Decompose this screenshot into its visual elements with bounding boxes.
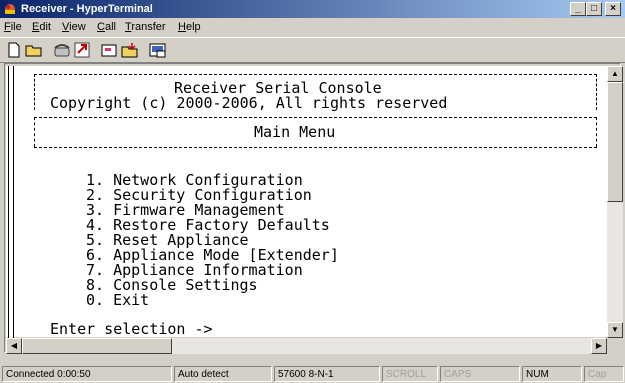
phone-icon[interactable] <box>52 41 72 59</box>
status-capture: Cap <box>584 366 624 382</box>
hyperterminal-app-icon[interactable] <box>3 2 17 16</box>
terminal-screen[interactable]: Receiver Serial Console Copyright (c) 20… <box>16 66 605 337</box>
status-num-lock: NUM <box>522 366 582 382</box>
console-border-left <box>34 74 35 110</box>
new-icon[interactable] <box>4 41 24 59</box>
open-icon[interactable] <box>24 41 44 59</box>
scroll-up-arrow-icon[interactable]: ▲ <box>607 66 623 82</box>
menu-call-label: all <box>104 21 116 33</box>
menu-help[interactable]: Help <box>178 21 201 33</box>
console-menu-border-left <box>34 117 35 147</box>
menu-bar: File Edit View Call Transfer Help <box>0 19 625 37</box>
console-border-top <box>34 74 597 75</box>
scroll-left-arrow-icon[interactable]: ◀ <box>6 338 22 354</box>
menu-transfer[interactable]: Transfer <box>125 21 166 33</box>
close-button[interactable]: × <box>605 2 621 16</box>
horizontal-scroll-thumb[interactable] <box>22 338 172 354</box>
status-port-settings: 57600 8-N-1 <box>274 366 380 382</box>
scroll-right-arrow-icon[interactable]: ▶ <box>591 338 607 354</box>
menu-call-accel: C <box>97 21 105 33</box>
size-grip[interactable] <box>607 338 623 354</box>
vertical-scrollbar[interactable]: ▲ ▼ <box>607 66 623 338</box>
status-caps-lock: CAPS <box>440 366 520 382</box>
receive-icon[interactable] <box>120 41 140 59</box>
menu-call[interactable]: Call <box>97 21 116 33</box>
console-border-bottom <box>34 147 597 148</box>
menu-transfer-label: ransfer <box>131 21 166 33</box>
selection-prompt: Enter selection -> <box>50 320 213 338</box>
console-copyright: Copyright (c) 2000-2006, All rights rese… <box>50 94 448 112</box>
status-bar: Connected 0:00:50 Auto detect 57600 8-N-… <box>0 364 625 383</box>
hyperterminal-window: Receiver - HyperTerminal _ □ × File Edit… <box>0 0 625 383</box>
menu-help-accel: H <box>178 21 186 33</box>
menu-help-label: elp <box>185 21 201 33</box>
maximize-button[interactable]: □ <box>586 2 602 16</box>
toolbar <box>0 37 625 63</box>
console-menu-border-right <box>596 117 597 147</box>
main-menu-title: Main Menu <box>254 123 336 141</box>
console-border-right <box>596 74 597 110</box>
vertical-scroll-thumb[interactable] <box>607 82 623 202</box>
terminal-left-margin <box>8 66 14 338</box>
status-terminal-detect: Auto detect <box>174 366 272 382</box>
menu-view[interactable]: View <box>62 21 86 33</box>
console-border-middle <box>34 117 597 118</box>
disconnect-icon[interactable] <box>72 41 92 59</box>
menu-file-label: ile <box>10 21 22 33</box>
window-title: Receiver - HyperTerminal <box>21 3 153 15</box>
menu-file-accel: F <box>4 21 11 33</box>
horizontal-scrollbar[interactable]: ◀ ▶ <box>6 338 607 354</box>
properties-icon[interactable] <box>148 41 168 59</box>
menu-edit-label: dit <box>39 21 51 33</box>
menu-view-label: iew <box>69 21 86 33</box>
menu-file[interactable]: File <box>4 21 22 33</box>
status-scroll-lock: SCROLL <box>382 366 438 382</box>
title-bar[interactable]: Receiver - HyperTerminal _ □ × <box>0 0 625 18</box>
status-connected-time: Connected 0:00:50 <box>2 366 172 382</box>
send-icon[interactable] <box>100 41 120 59</box>
menu-edit[interactable]: Edit <box>32 21 51 33</box>
minimize-button[interactable]: _ <box>570 2 586 16</box>
menu-option-exit: 0. Exit <box>86 291 150 309</box>
scroll-down-arrow-icon[interactable]: ▼ <box>607 322 623 338</box>
